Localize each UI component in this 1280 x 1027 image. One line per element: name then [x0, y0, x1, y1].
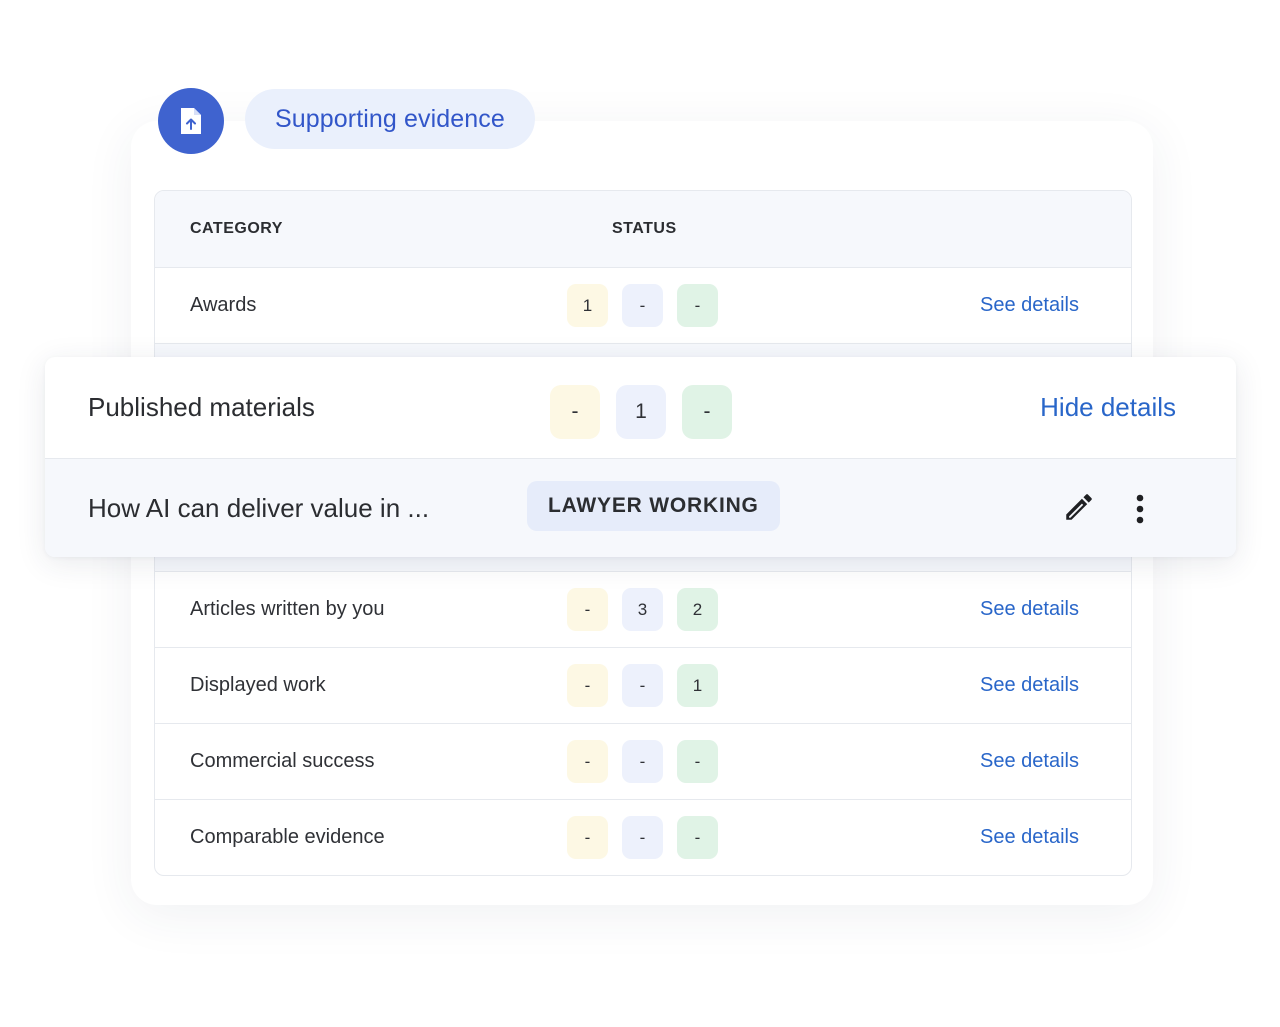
category-label: Articles written by you	[190, 598, 385, 620]
category-label: Displayed work	[190, 674, 326, 696]
expanded-row: Published materials - 1 - Hide details	[45, 357, 1236, 459]
more-vertical-icon[interactable]	[1122, 490, 1158, 528]
status-count-in-progress: -	[622, 740, 663, 783]
status-count-complete: 1	[677, 664, 718, 707]
status-counts: - - -	[567, 816, 718, 859]
status-count-in-progress: 1	[616, 385, 666, 439]
status-count-complete: 2	[677, 588, 718, 631]
table-row: Articles written by you - 3 2 See detail…	[155, 572, 1131, 648]
column-header-category: CATEGORY	[190, 220, 283, 237]
see-details-link[interactable]: See details	[980, 648, 1079, 723]
table-header: CATEGORY STATUS	[155, 191, 1131, 268]
status-counts: - 3 2	[567, 588, 718, 631]
column-header-status: STATUS	[612, 220, 677, 237]
status-count-pending: -	[567, 588, 608, 631]
status-counts: - - 1	[567, 664, 718, 707]
see-details-link[interactable]: See details	[980, 724, 1079, 799]
section-title: Supporting evidence	[245, 89, 535, 149]
category-label: Awards	[190, 294, 257, 316]
table-row: Commercial success - - - See details	[155, 724, 1131, 800]
status-count-pending: 1	[567, 284, 608, 327]
status-count-in-progress: -	[622, 816, 663, 859]
table-row: Comparable evidence - - - See details	[155, 800, 1131, 875]
status-counts: 1 - -	[567, 284, 718, 327]
status-count-pending: -	[550, 385, 600, 439]
status-counts: - - -	[567, 740, 718, 783]
status-count-complete: -	[677, 740, 718, 783]
category-label: Commercial success	[190, 750, 375, 772]
hide-details-link[interactable]: Hide details	[1040, 357, 1176, 458]
evidence-item-row[interactable]: How AI can deliver value in ... LAWYER W…	[45, 459, 1236, 557]
see-details-link[interactable]: See details	[980, 572, 1079, 647]
see-details-link[interactable]: See details	[980, 800, 1079, 875]
status-count-in-progress: -	[622, 664, 663, 707]
evidence-item-title[interactable]: How AI can deliver value in ...	[88, 459, 429, 557]
file-upload-icon	[158, 88, 224, 154]
status-badge: LAWYER WORKING	[527, 481, 780, 531]
status-counts: - 1 -	[550, 385, 732, 439]
status-count-complete: -	[677, 816, 718, 859]
status-count-pending: -	[567, 740, 608, 783]
status-count-pending: -	[567, 664, 608, 707]
status-count-pending: -	[567, 816, 608, 859]
expanded-category-card: Published materials - 1 - Hide details H…	[45, 357, 1236, 557]
status-count-complete: -	[682, 385, 732, 439]
table-row: Awards 1 - - See details	[155, 268, 1131, 344]
status-count-in-progress: 3	[622, 588, 663, 631]
pencil-icon[interactable]	[1060, 488, 1098, 526]
category-label: Comparable evidence	[190, 826, 385, 848]
see-details-link[interactable]: See details	[980, 268, 1079, 343]
category-label: Published materials	[88, 392, 315, 422]
status-count-complete: -	[677, 284, 718, 327]
table-row: Displayed work - - 1 See details	[155, 648, 1131, 724]
status-count-in-progress: -	[622, 284, 663, 327]
